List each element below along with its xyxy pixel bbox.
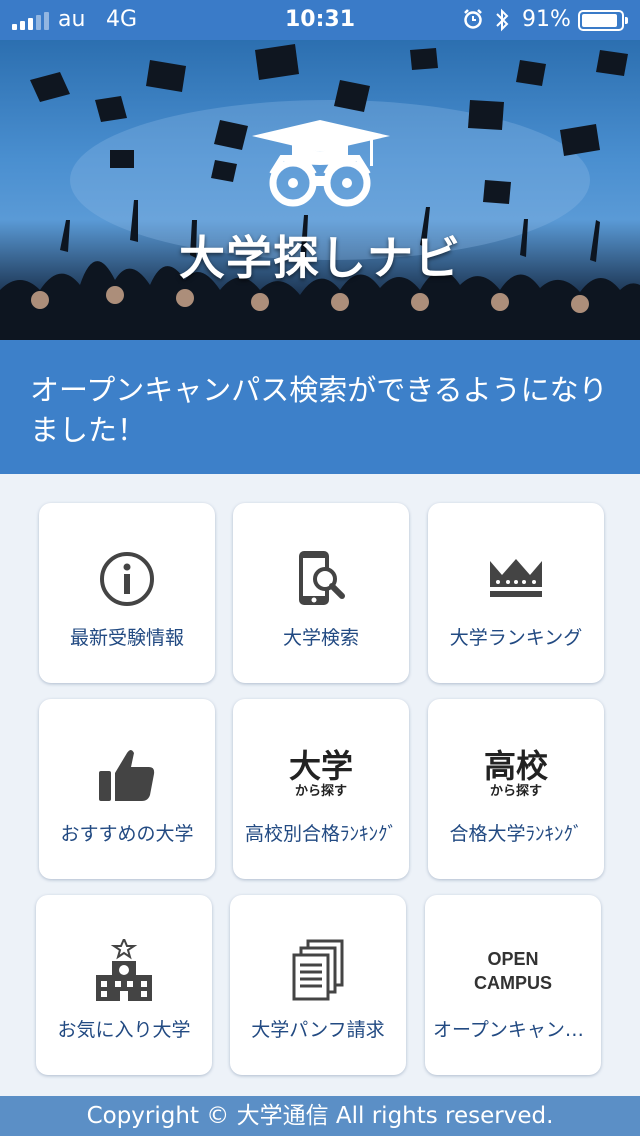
menu-passed-university-ranking[interactable]: 高校 から探す 合格大学ﾗﾝｷﾝｸﾞ	[428, 699, 604, 879]
menu-label: 大学検索	[282, 627, 359, 649]
high-school-search-text-icon: 高校 から探す	[483, 747, 548, 799]
menu-label: 合格大学ﾗﾝｷﾝｸﾞ	[449, 823, 583, 845]
graduation-binoculars-icon	[252, 120, 390, 207]
menu-pamphlet-request[interactable]: 大学パンフ請求	[230, 895, 406, 1075]
menu-label: 高校別合格ﾗﾝｷﾝｸﾞ	[244, 823, 397, 845]
menu-label: 大学パンフ請求	[251, 1019, 385, 1041]
phone-search-icon	[233, 549, 409, 609]
menu-university-ranking[interactable]: 大学ランキング	[428, 503, 604, 683]
menu-favorite-universities[interactable]: お気に入り大学	[36, 895, 212, 1075]
menu-label: 最新受験情報	[69, 627, 184, 649]
menu-label: オープンキャンパス	[433, 1019, 601, 1041]
announcement-banner[interactable]: オープンキャンパス検索ができるようになりました！	[0, 340, 640, 474]
menu-open-campus[interactable]: OPEN CAMPUS オープンキャンパス	[425, 895, 601, 1075]
status-bar: au 4G 10:31 91%	[0, 0, 640, 40]
thumbs-up-icon	[39, 745, 215, 805]
battery-percent: 91%	[522, 7, 571, 32]
app-title: 大学探しナビ	[179, 231, 461, 285]
menu-latest-exam-info[interactable]: 最新受験情報	[39, 503, 215, 683]
school-building-icon	[36, 939, 212, 1001]
info-icon	[39, 549, 215, 609]
open-campus-text-icon: OPEN CAMPUS	[473, 949, 552, 993]
bluetooth-icon	[494, 8, 510, 38]
menu-recommended-universities[interactable]: おすすめの大学	[39, 699, 215, 879]
menu-label: お気に入り大学	[57, 1019, 191, 1041]
battery-icon	[578, 10, 628, 31]
menu-label: 大学ランキング	[449, 627, 583, 649]
menu-university-search[interactable]: 大学検索	[233, 503, 409, 683]
alarm-icon	[462, 8, 484, 36]
app-logo: 大学探しナビ	[0, 40, 640, 340]
menu-high-school-ranking[interactable]: 大学 から探す 高校別合格ﾗﾝｷﾝｸﾞ	[233, 699, 409, 879]
hero-image: 大学探しナビ	[0, 40, 640, 340]
menu-label: おすすめの大学	[60, 823, 194, 845]
university-search-text-icon: 大学 から探す	[288, 747, 353, 799]
crown-icon	[428, 549, 604, 609]
banner-message: オープンキャンパス検索ができるようになりました！	[30, 373, 608, 447]
footer-copyright: Copyright © 大学通信 All rights reserved.	[0, 1096, 640, 1136]
documents-icon	[230, 939, 406, 1001]
